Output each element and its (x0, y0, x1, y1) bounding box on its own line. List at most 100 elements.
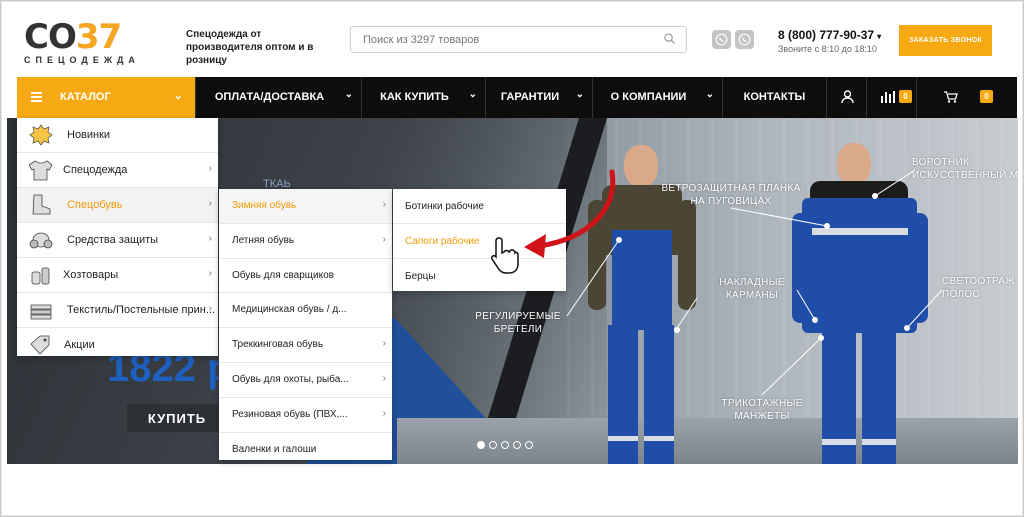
phone-number[interactable]: 8 (800) 777-90-37 ▾ (778, 28, 881, 42)
chevron-right-icon: › (382, 407, 386, 419)
submenu-item-label: Валенки и галоши (232, 443, 317, 455)
chevron-down-icon: ⌄ (705, 89, 714, 100)
chevron-down-icon: ⌄ (468, 89, 477, 100)
nav-item-guarantees[interactable]: ГАРАНТИИ ⌄ (485, 77, 592, 118)
tag-icon (30, 335, 50, 355)
compare-chart-icon (881, 91, 895, 103)
nav-item-label: О КОМПАНИИ (610, 91, 687, 103)
catalog-item-textile[interactable]: Текстиль/Постельные прин... › (17, 293, 218, 328)
nav-item-label: КАК КУПИТЬ (380, 91, 449, 103)
submenu-item-label: Летняя обувь (232, 234, 295, 246)
main-nav: КАТАЛОГ ⌄ ОПЛАТА/ДОСТАВКА ⌄ КАК КУПИТЬ ⌄ Г… (17, 77, 1017, 118)
nav-item-about[interactable]: О КОМПАНИИ ⌄ (592, 77, 722, 118)
account-button[interactable] (826, 77, 866, 118)
cart-button[interactable]: 0 (916, 77, 1017, 118)
catalog-item-workwear[interactable]: Спецодежда › (17, 153, 218, 188)
submenu-item-label: Берцы (405, 271, 436, 282)
slider-dot[interactable] (501, 441, 509, 449)
phone-dropdown-icon[interactable]: ▾ (877, 32, 881, 41)
nav-item-label: КОНТАКТЫ (743, 91, 806, 103)
compare-button[interactable]: 0 (866, 77, 916, 118)
search-input[interactable] (351, 27, 653, 52)
hand-pointer-icon (491, 237, 519, 274)
nav-item-label: ГАРАНТИИ (500, 91, 560, 103)
chevron-right-icon: › (208, 198, 212, 209)
work-hours: Звоните с 8:10 до 18:10 (778, 44, 877, 54)
cleaning-icon (31, 267, 50, 285)
chevron-right-icon: › (208, 268, 212, 279)
catalog-dropdown: Новинки Спецодежда › Спецобувь › Средств… (17, 118, 218, 356)
whatsapp-icon[interactable] (735, 30, 754, 49)
search-icon[interactable] (664, 33, 675, 44)
chevron-right-icon: › (208, 163, 212, 174)
catalog-item-label: Акции (64, 339, 95, 351)
search-box (350, 26, 687, 53)
phone-text: 8 (800) 777-90-37 (778, 28, 875, 42)
catalog-item-protection[interactable]: Средства защиты › (17, 223, 218, 258)
chevron-right-icon: › (382, 338, 386, 350)
submenu-item-label: Сапоги рабочие (405, 236, 480, 247)
chevron-right-icon: › (208, 303, 212, 314)
submenu-item-label: Обувь для охоты, рыба... (232, 373, 349, 385)
submenu-item-rubber-shoes[interactable]: Резиновая обувь (ПВХ,... › (219, 398, 392, 433)
menu-icon (31, 92, 42, 102)
submenu-item-medical-shoes[interactable]: Медицинская обувь / д... (219, 293, 392, 329)
cart-icon (944, 91, 958, 103)
chevron-down-icon: ⌄ (173, 90, 183, 102)
catalog-button[interactable]: КАТАЛОГ ⌄ (17, 77, 195, 118)
chevron-right-icon: › (382, 233, 386, 245)
slider-dot[interactable] (513, 441, 521, 449)
jacket-icon (29, 160, 53, 181)
slider-dot[interactable] (525, 441, 533, 449)
catalog-item-label: Новинки (67, 129, 111, 141)
catalog-item-promotions[interactable]: Акции (17, 328, 218, 362)
slider-dot[interactable] (477, 441, 485, 449)
submenu-item-label: Ботинки рабочие (405, 201, 484, 212)
submenu-item-welder-shoes[interactable]: Обувь для сварщиков (219, 259, 392, 294)
submenu-item-label: Медицинская обувь / д... (232, 304, 347, 316)
slider-dots (477, 436, 537, 454)
logo-accent: 37 (75, 17, 122, 57)
callback-button[interactable]: ЗАКАЗАТЬ ЗВОНОК (899, 25, 992, 56)
chevron-down-icon: ⌄ (575, 89, 584, 100)
catalog-item-label: Спецобувь (67, 199, 123, 211)
submenu-item-label: Обувь для сварщиков (232, 269, 334, 281)
catalog-item-footwear[interactable]: Спецобувь › (17, 188, 218, 223)
submenu-item-label: Треккинговая обувь (232, 339, 324, 351)
nav-item-contacts[interactable]: КОНТАКТЫ (722, 77, 826, 118)
submenu-item-label: Зимняя обувь (232, 200, 297, 211)
nav-item-payment[interactable]: ОПЛАТА/ДОСТАВКА ⌄ (195, 77, 361, 118)
chevron-right-icon: › (382, 199, 386, 210)
submenu-item-felt-boots[interactable]: Валенки и галоши (219, 433, 392, 467)
viber-icon[interactable] (712, 30, 731, 49)
footwear-submenu: Зимняя обувь › Летняя обувь › Обувь для св… (219, 189, 392, 460)
catalog-item-label: Текстиль/Постельные прин... (67, 304, 216, 316)
submenu-item-hunting-shoes[interactable]: Обувь для охоты, рыба... › (219, 363, 392, 398)
logo-main: CO (24, 17, 77, 57)
logo[interactable]: CO37 СПЕЦОДЕЖДА (24, 17, 159, 65)
catalog-item-new[interactable]: Новинки (17, 118, 218, 153)
catalog-item-household[interactable]: Хозтовары › (17, 258, 218, 293)
catalog-item-label: Хозтовары (63, 269, 119, 281)
catalog-label: КАТАЛОГ (60, 91, 111, 103)
compare-count-badge: 0 (899, 90, 912, 103)
respirator-icon (29, 232, 53, 249)
chevron-right-icon: › (382, 372, 386, 384)
catalog-item-label: Спецодежда (63, 164, 128, 176)
submenu-item-trekking-shoes[interactable]: Треккинговая обувь › (219, 328, 392, 363)
slider-dot[interactable] (489, 441, 497, 449)
cart-count-badge: 0 (980, 90, 993, 103)
tagline: Спецодежда от производителя оптом и в ро… (186, 29, 314, 66)
submenu-item-label: Резиновая обувь (ПВХ,... (232, 408, 348, 420)
new-badge-icon (29, 124, 53, 146)
textile-icon (30, 304, 52, 320)
nav-item-label: ОПЛАТА/ДОСТАВКА (214, 91, 325, 103)
user-icon (841, 90, 854, 104)
catalog-item-label: Средства защиты (67, 234, 159, 246)
nav-item-how-to-buy[interactable]: КАК КУПИТЬ ⌄ (361, 77, 485, 118)
submenu-item-summer-shoes[interactable]: Летняя обувь › (219, 224, 392, 259)
chevron-right-icon: › (208, 233, 212, 244)
boot-icon (32, 194, 51, 215)
submenu-item-winter-shoes[interactable]: Зимняя обувь › (219, 189, 392, 224)
chevron-down-icon: ⌄ (344, 89, 353, 100)
